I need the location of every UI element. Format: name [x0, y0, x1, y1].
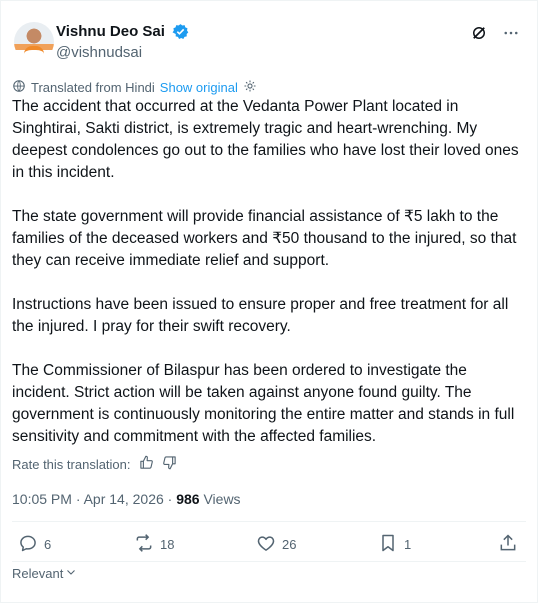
header-actions [470, 24, 520, 42]
author-block: Vishnu Deo Sai @vishnudsai [56, 23, 189, 61]
thumbs-down-icon[interactable] [162, 455, 177, 473]
reply-sort-dropdown[interactable]: Relevant [12, 566, 77, 581]
repost-button[interactable]: 18 [134, 533, 174, 556]
views-label: Views [199, 491, 241, 507]
like-count: 26 [282, 537, 297, 552]
views-count: 986 [176, 491, 200, 507]
avatar[interactable] [14, 22, 54, 62]
post-paragraph: Instructions have been issued to ensure … [12, 296, 509, 335]
sort-label: Relevant [12, 566, 64, 581]
settings-icon[interactable] [243, 79, 257, 96]
repost-count: 18 [160, 537, 175, 552]
globe-icon [12, 79, 26, 96]
post-paragraph: The state government will provide financ… [12, 208, 517, 269]
rate-translation: Rate this translation: [12, 455, 177, 473]
reply-button[interactable]: 6 [18, 533, 51, 556]
show-original-link[interactable]: Show original [160, 80, 238, 95]
post-timestamp[interactable]: 10:05 PM · Apr 14, 2026 · [12, 491, 176, 507]
action-bar: 6 18 26 1 [12, 533, 522, 561]
post-paragraph: The Commissioner of Bilaspur has been or… [12, 362, 515, 445]
post-header: Vishnu Deo Sai @vishnudsai [12, 20, 526, 68]
author-name[interactable]: Vishnu Deo Sai [56, 23, 165, 40]
post-text: The accident that occurred at the Vedant… [12, 96, 524, 470]
bookmark-count: 1 [404, 537, 412, 552]
thumbs-up-icon[interactable] [139, 455, 154, 473]
share-button[interactable] [498, 533, 518, 556]
post-paragraph: The accident that occurred at the Vedant… [12, 98, 519, 181]
reply-icon [18, 533, 38, 556]
repost-icon [134, 533, 154, 556]
rate-label: Rate this translation: [12, 456, 131, 472]
divider [12, 521, 526, 522]
verified-badge-icon [172, 23, 189, 40]
more-icon[interactable] [502, 24, 520, 42]
post-meta: 10:05 PM · Apr 14, 2026 · 986 Views [12, 491, 241, 507]
divider [12, 561, 526, 562]
grok-icon[interactable] [470, 24, 488, 42]
like-button[interactable]: 26 [256, 533, 296, 556]
translation-notice: Translated from Hindi Show original [12, 79, 257, 96]
reply-count: 6 [44, 537, 52, 552]
bookmark-icon [378, 533, 398, 556]
author-handle[interactable]: @vishnudsai [56, 44, 189, 61]
bookmark-button[interactable]: 1 [378, 533, 411, 556]
like-icon [256, 533, 276, 556]
translation-label: Translated from Hindi [31, 80, 155, 95]
share-icon [498, 533, 518, 556]
chevron-down-icon [65, 566, 77, 581]
